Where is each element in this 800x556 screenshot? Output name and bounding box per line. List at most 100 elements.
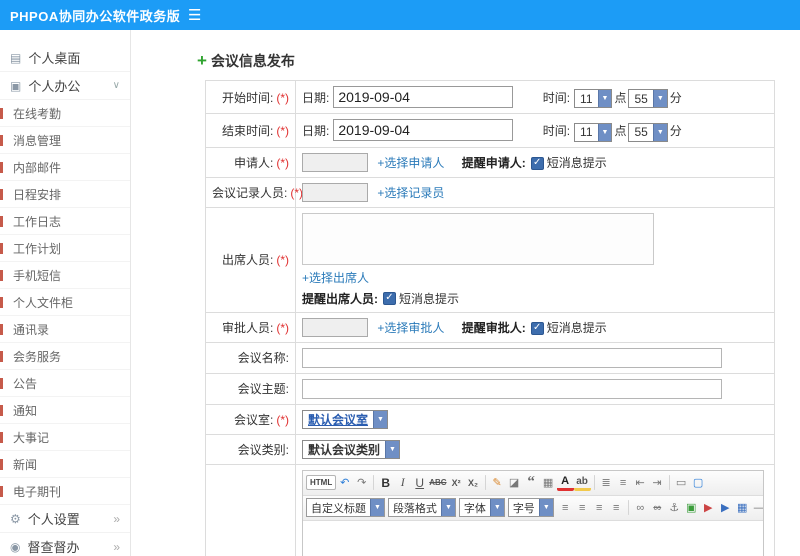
sidebar-subitem[interactable]: 会务服务 [0,343,130,370]
sidebar-subitem[interactable]: 手机短信 [0,262,130,289]
select-approver-link[interactable]: +选择审批人 [377,321,444,335]
media-icon[interactable]: ▶ [717,498,734,517]
flash-icon[interactable]: ▶ [700,498,717,517]
date-label: 日期: [302,91,330,105]
select-attendees-link[interactable]: +选择出席人 [302,269,369,286]
editor-content-area[interactable] [303,520,763,556]
approver-input[interactable] [302,317,368,337]
meeting-room-select[interactable]: 默认会议室 ▼ [302,409,388,429]
bold-icon[interactable]: B [377,473,394,492]
sidebar-item-settings[interactable]: ⚙ 个人设置 » [0,505,130,533]
start-minute-select[interactable]: 55 ▼ [628,89,668,109]
chevron-right-icon: » [113,539,120,554]
meeting-form: 开始时间:(*) 日期: 时间:11▼点55▼分 结束时间:(*) 日期: 时间… [205,79,775,556]
link-icon[interactable]: ∞ [632,498,649,517]
chevron-down-icon: ∨ [112,80,120,91]
custom-title-select[interactable]: 自定义标题 ▼ [306,498,385,518]
sidebar-subitem[interactable]: 公告 [0,370,130,397]
menu-toggle-icon[interactable]: ☰ [188,0,201,30]
approver-sms-checkbox[interactable]: ✓ [530,321,544,335]
remind-label: 提醒申请人: [461,155,526,170]
sidebar-item-desktop[interactable]: ▤ 个人桌面 [0,44,130,72]
hour-unit-label: 点 [614,91,627,105]
align-center-icon[interactable]: ≡ [574,498,591,517]
attendees-sms-checkbox[interactable]: ✓ [383,291,396,305]
sidebar-subitem[interactable]: 通知 [0,397,130,424]
sidebar-subitem[interactable]: 日程安排 [0,181,130,208]
html-source-button[interactable]: HTML [306,475,337,491]
form-row-applicant: 申请人: (*) +选择申请人 提醒申请人: ✓ 短消息提示 [205,146,775,178]
blockquote-icon[interactable]: “ [523,473,540,492]
table-icon[interactable]: ▦ [734,498,751,517]
applicant-sms-checkbox[interactable]: ✓ [530,156,544,170]
font-color-icon[interactable]: A [556,475,574,491]
meeting-subject-input[interactable] [302,378,722,399]
sidebar-subitem[interactable]: 工作日志 [0,208,130,235]
toolbar-separator[interactable] [593,475,595,491]
sidebar-subitem[interactable]: 工作计划 [0,235,130,262]
align-left-icon[interactable]: ≡ [557,498,574,517]
sidebar-subitem[interactable]: 个人文件柜 [0,289,130,316]
select-arrow-icon: ▼ [370,499,384,517]
start-hour-select[interactable]: 11 ▼ [574,89,613,109]
toolbar-separator[interactable] [668,475,670,491]
underline-icon[interactable]: U [411,473,428,492]
fullscreen-icon[interactable]: ▢ [690,473,707,492]
font-family-select[interactable]: 字体 ▼ [458,498,505,518]
end-minute-select[interactable]: 55 ▼ [628,122,668,142]
font-size-select[interactable]: 字号 ▼ [507,498,554,518]
sidebar-subitem[interactable]: 电子期刊 [0,478,130,505]
indent-icon[interactable]: ⇥ [649,473,666,492]
meeting-category-select[interactable]: 默认会议类别 ▼ [302,439,400,459]
hr-icon[interactable]: — [751,498,763,517]
strikethrough-icon[interactable]: ABC [428,473,447,492]
italic-icon[interactable]: I [394,473,411,492]
sidebar-subitem[interactable]: 通讯录 [0,316,130,343]
format-painter-icon[interactable]: ✎ [489,473,506,492]
unlink-icon[interactable]: ∞ [649,498,666,517]
unordered-list-icon[interactable]: ≡ [615,473,632,492]
insert-code-icon[interactable]: ▦ [540,473,557,492]
meeting-name-input[interactable] [302,347,722,368]
check-icon: ✓ [533,322,542,334]
select-recorder-link[interactable]: +选择记录员 [377,186,444,200]
select-applicant-link[interactable]: +选择申请人 [377,156,444,170]
toolbar-separator[interactable] [484,475,486,491]
sidebar-office-submenu: 在线考勤 消息管理 内部邮件 日程安排 工作日志 工作计划 手机短信 个人文件柜… [0,100,130,505]
sidebar-subitem[interactable]: 在线考勤 [0,100,130,127]
sidebar-subitem-label: 内部邮件 [13,160,62,175]
align-right-icon[interactable]: ≡ [591,498,608,517]
attendees-textarea[interactable] [302,212,654,265]
toolbar-separator[interactable] [373,475,375,491]
end-date-input[interactable] [333,119,514,142]
select-arrow-icon: ▼ [385,440,399,458]
highlight-color-icon[interactable]: ab [573,475,591,491]
sidebar-item-office[interactable]: ▣ 个人办公 ∨ [0,72,130,100]
sidebar-subitem[interactable]: 内部邮件 [0,154,130,181]
undo-icon[interactable]: ↶ [336,473,353,492]
form-row-editor: HTML ↶ ↷ B I U ABC X² X₂ ✎ ◪ “▦ Aab ≣ ≡ ⇤ ⇥ ▭ ▢ 自定义标题 ▼ 段落格式… [205,463,775,556]
anchor-icon[interactable]: ⚓ [666,498,683,517]
end-hour-select[interactable]: 11 ▼ [574,122,613,142]
sidebar-subitem[interactable]: 新闻 [0,451,130,478]
form-row-meeting-category: 会议类别: 默认会议类别 ▼ [205,433,775,465]
paragraph-format-select[interactable]: 段落格式 ▼ [387,498,456,518]
redo-icon[interactable]: ↷ [353,473,370,492]
applicant-input[interactable] [302,152,368,172]
outdent-icon[interactable]: ⇤ [632,473,649,492]
recorder-input[interactable] [302,182,368,202]
sidebar-subitem[interactable]: 消息管理 [0,127,130,154]
remove-format-icon[interactable]: ◪ [506,473,523,492]
image-icon[interactable]: ▣ [683,498,700,517]
toolbar-separator[interactable] [627,500,629,516]
sidebar-subitem[interactable]: 大事记 [0,424,130,451]
print-icon[interactable]: ▭ [673,473,690,492]
ordered-list-icon[interactable]: ≣ [598,473,615,492]
briefcase-icon: ▣ [10,78,22,93]
align-justify-icon[interactable]: ≡ [608,498,625,517]
start-date-input[interactable] [333,86,514,108]
superscript-icon[interactable]: X² [448,473,465,492]
subscript-icon[interactable]: X₂ [465,473,482,492]
item-marker [0,432,3,443]
sidebar-item-supervise[interactable]: ◉ 督查督办 » [0,533,130,556]
